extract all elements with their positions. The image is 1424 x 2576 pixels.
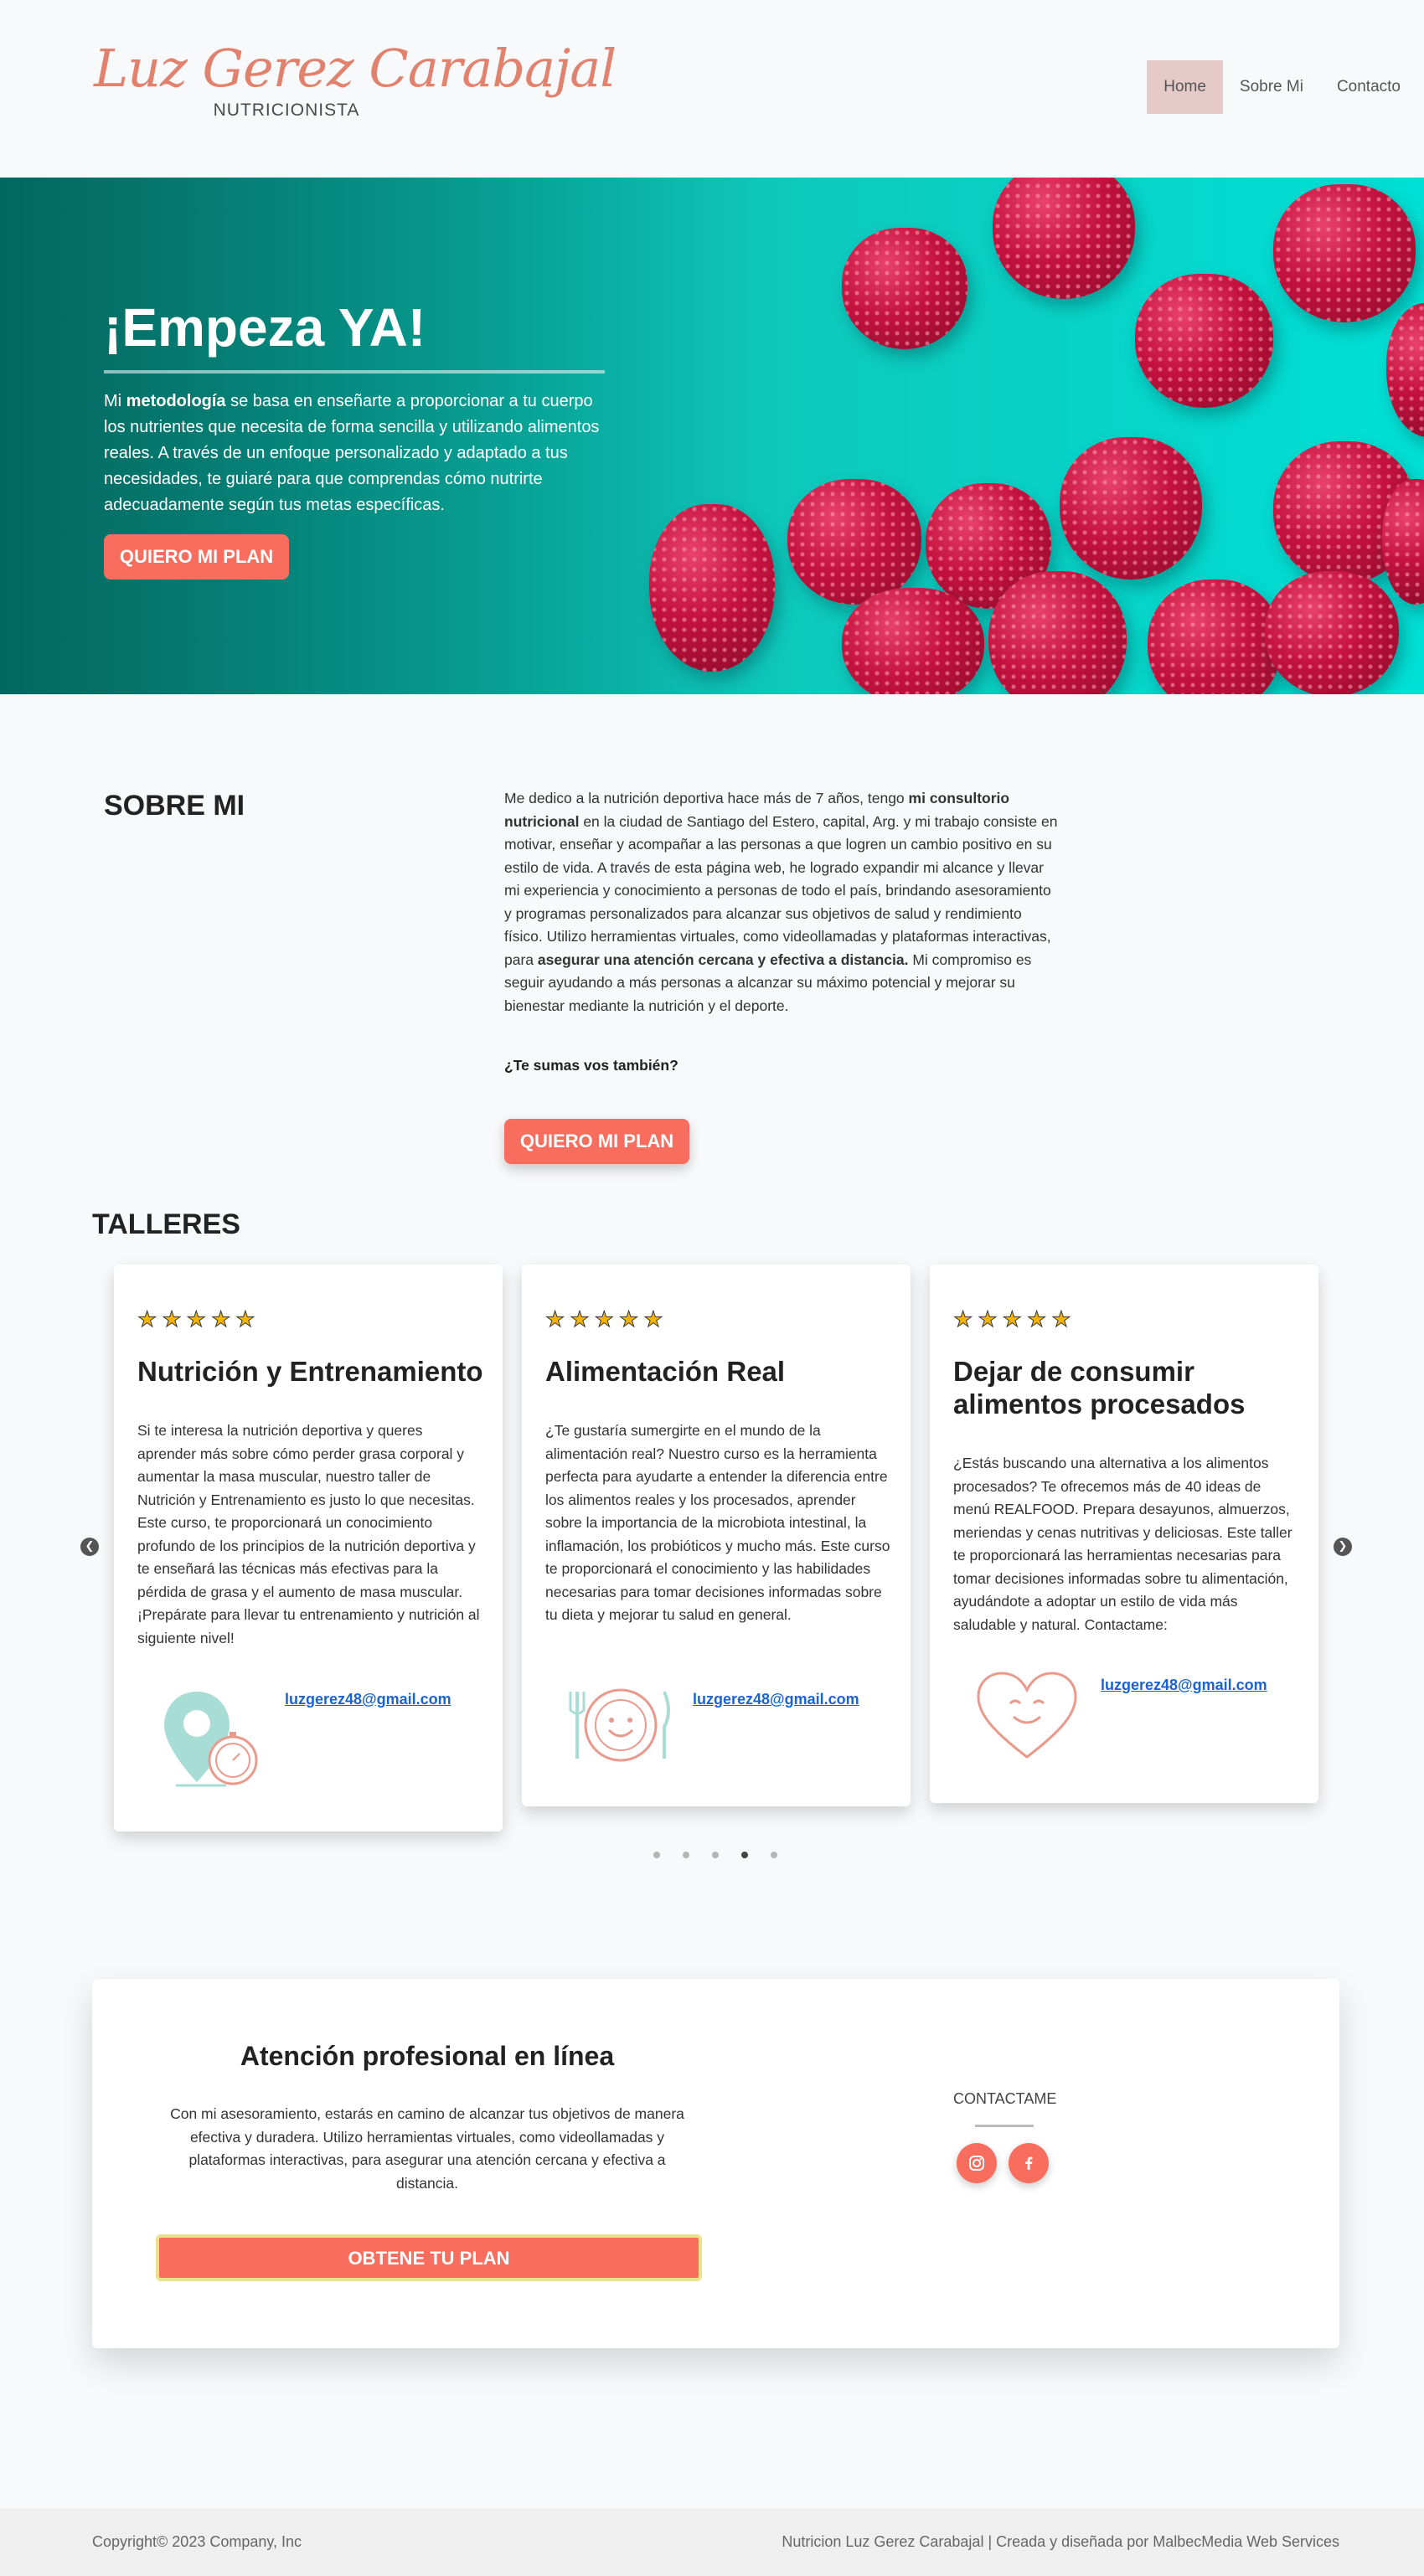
contact-box: Atención profesional en línea Con mi ase… bbox=[92, 1979, 1339, 2348]
location-timer-icon bbox=[159, 1683, 268, 1796]
star-icon: ★ bbox=[1026, 1306, 1047, 1332]
card-title: Dejar de consumir alimentos procesados bbox=[953, 1356, 1246, 1419]
card-email-link[interactable]: luzgerez48@gmail.com bbox=[1101, 1677, 1267, 1694]
card-email-link[interactable]: luzgerez48@gmail.com bbox=[285, 1691, 451, 1708]
card-title: Nutrición y Entrenamiento bbox=[137, 1356, 483, 1387]
star-icon: ★ bbox=[978, 1306, 998, 1332]
card-email-link[interactable]: luzgerez48@gmail.com bbox=[693, 1691, 859, 1708]
hero-plan-button[interactable]: QUIERO MI PLAN bbox=[104, 534, 289, 580]
card-title: Alimentación Real bbox=[545, 1356, 786, 1387]
star-rating: ★ ★ ★ ★ ★ bbox=[544, 1306, 663, 1332]
card-text: Si te interesa la nutrición deportiva y … bbox=[137, 1422, 480, 1646]
contact-text: Con mi asesoramiento, estarás en camino … bbox=[170, 2105, 684, 2192]
hero-title: ¡Empeza YA! bbox=[104, 297, 426, 358]
hero-divider bbox=[104, 370, 605, 374]
carousel-pagination bbox=[653, 1852, 777, 1858]
nav-home[interactable]: Home bbox=[1147, 60, 1223, 114]
taller-card: ★ ★ ★ ★ ★ Alimentación Real ¿Te gustaría sum… bbox=[522, 1265, 911, 1806]
site-header: Luz Gerez Carabajal NUTRICIONISTA Home S… bbox=[0, 0, 1424, 178]
carousel-dot[interactable] bbox=[683, 1852, 689, 1858]
smiling-heart-icon bbox=[975, 1670, 1079, 1766]
contact-title: Atención profesional en línea bbox=[240, 2041, 615, 2071]
star-icon: ★ bbox=[643, 1306, 663, 1332]
star-icon: ★ bbox=[952, 1306, 973, 1332]
carousel-dot[interactable] bbox=[712, 1852, 719, 1858]
contact-label: CONTACTAME bbox=[953, 2090, 1057, 2107]
card-text: ¿Estás buscando una alternativa a los al… bbox=[953, 1455, 1292, 1633]
logo-name: Luz Gerez Carabajal bbox=[94, 38, 617, 99]
site-footer: Copyright© 2023 Company, Inc Nutricion L… bbox=[0, 2508, 1424, 2576]
about-title: SOBRE MI bbox=[104, 790, 245, 822]
about-question: ¿Te sumas vos también? bbox=[504, 1057, 678, 1074]
copyright-text: Copyright© 2023 Company, Inc bbox=[92, 2533, 302, 2550]
credits-text: Nutricion Luz Gerez Carabajal | Creada y… bbox=[782, 2533, 1339, 2550]
star-rating: ★ ★ ★ ★ ★ bbox=[952, 1306, 1071, 1332]
instagram-icon[interactable] bbox=[957, 2143, 997, 2183]
smiling-plate-icon bbox=[567, 1687, 676, 1768]
logo[interactable]: Luz Gerez Carabajal NUTRICIONISTA bbox=[94, 38, 617, 121]
taller-card: ★ ★ ★ ★ ★ Nutrición y Entrenamiento Si te in… bbox=[114, 1265, 503, 1832]
star-icon: ★ bbox=[594, 1306, 614, 1332]
main-nav: Home Sobre Mi Contacto bbox=[1147, 60, 1424, 114]
star-icon: ★ bbox=[1051, 1306, 1071, 1332]
star-icon: ★ bbox=[137, 1306, 157, 1332]
hero-text: Mi metodología se basa en enseñarte a pr… bbox=[104, 392, 600, 514]
carousel-dot-active[interactable] bbox=[741, 1852, 748, 1858]
star-icon: ★ bbox=[544, 1306, 565, 1332]
facebook-icon[interactable] bbox=[1009, 2143, 1049, 2183]
hero-banner: ¡Empeza YA! Mi metodología se basa en en… bbox=[0, 178, 1424, 694]
star-icon: ★ bbox=[235, 1306, 255, 1332]
carousel-next-arrow[interactable]: ❯ bbox=[1334, 1538, 1352, 1556]
contact-divider bbox=[975, 2125, 1034, 2127]
nav-contacto[interactable]: Contacto bbox=[1320, 60, 1424, 114]
about-text: Me dedico a la nutrición deportiva hace … bbox=[504, 790, 1058, 1014]
star-icon: ★ bbox=[1002, 1306, 1022, 1332]
nav-sobre-mi[interactable]: Sobre Mi bbox=[1223, 60, 1320, 114]
star-icon: ★ bbox=[210, 1306, 231, 1332]
star-icon: ★ bbox=[186, 1306, 206, 1332]
talleres-title: TALLERES bbox=[92, 1208, 240, 1240]
star-rating: ★ ★ ★ ★ ★ bbox=[137, 1306, 255, 1332]
carousel-dot[interactable] bbox=[771, 1852, 777, 1858]
logo-subtitle: NUTRICIONISTA bbox=[213, 100, 360, 121]
star-icon: ★ bbox=[162, 1306, 182, 1332]
star-icon: ★ bbox=[618, 1306, 639, 1332]
card-text: ¿Te gustaría sumergirte en el mundo de l… bbox=[545, 1422, 890, 1623]
taller-card: ★ ★ ★ ★ ★ Dejar de consumir alimentos proces… bbox=[930, 1265, 1318, 1803]
about-plan-button[interactable]: QUIERO MI PLAN bbox=[504, 1119, 689, 1164]
star-icon: ★ bbox=[570, 1306, 590, 1332]
carousel-dot[interactable] bbox=[653, 1852, 660, 1858]
get-plan-button[interactable]: OBTENE TU PLAN bbox=[156, 2234, 702, 2281]
carousel-prev-arrow[interactable]: ❮ bbox=[80, 1538, 99, 1556]
